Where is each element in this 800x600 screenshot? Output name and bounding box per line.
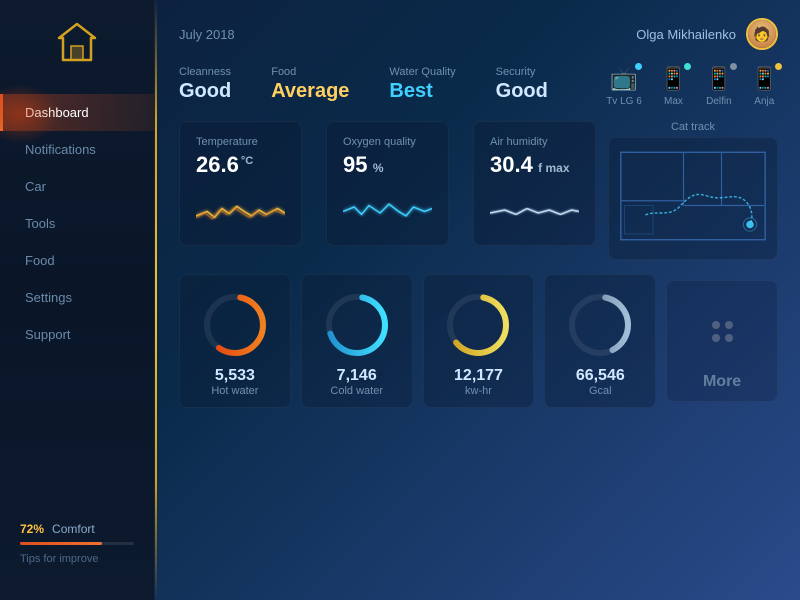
sidebar-item-dashboard[interactable]: Dashboard <box>0 94 154 131</box>
gauge-hot-water-value: 5,533 <box>215 367 255 385</box>
more-dots-icon <box>686 295 758 367</box>
cat-track-section: Cat track <box>608 121 778 260</box>
cat-track-card <box>608 137 778 260</box>
main-content: July 2018 Olga Mikhailenko 🧑 Cleanness G… <box>157 0 800 600</box>
avatar-image: 🧑 <box>748 20 776 48</box>
tips-label: Tips for improve <box>20 553 134 565</box>
sidebar-item-settings[interactable]: Settings <box>0 279 154 316</box>
stat-water: Water Quality Best <box>389 66 455 103</box>
metric-oxygen-value: 95 % <box>343 152 432 178</box>
metric-temp-value: 26.6°C <box>196 152 285 178</box>
stat-security-value: Good <box>496 80 548 103</box>
sidebar-bottom: 72% Comfort Tips for improve <box>0 507 154 580</box>
gauges-section: 5,533 Hot water <box>179 274 778 408</box>
stat-water-value: Best <box>389 80 455 103</box>
tv-icon: 📺 <box>610 66 637 92</box>
device-anja-name: Anja <box>754 96 774 107</box>
humidity-sparkline <box>490 190 579 230</box>
gauge-gcal: 66,546 Gcal <box>544 274 656 408</box>
gauge-kwhr-label: kw-hr <box>465 385 492 397</box>
device-dot-max <box>684 63 691 70</box>
comfort-label: 72% Comfort <box>20 522 134 536</box>
gauge-cold-water-label: Cold water <box>330 385 383 397</box>
device-dot-tv <box>635 63 642 70</box>
more-label: More <box>703 373 741 391</box>
header-user: Olga Mikhailenko 🧑 <box>636 18 778 50</box>
gauge-hot-water-label: Hot water <box>211 385 258 397</box>
sidebar-item-food[interactable]: Food <box>0 242 154 279</box>
devices-row: 📺 Tv LG 6 📱 Max 📱 <box>606 66 778 107</box>
metric-humidity-label: Air humidity <box>490 136 579 148</box>
metric-temperature: Temperature 26.6°C <box>179 121 302 246</box>
metric-oxygen: Oxygen quality 95 % <box>326 121 449 246</box>
gauge-cold-water: 7,146 Cold water <box>301 274 413 408</box>
gauge-kwhr-canvas <box>442 289 514 361</box>
gauge-hot-water-canvas <box>199 289 271 361</box>
device-max-name: Max <box>664 96 683 107</box>
header: July 2018 Olga Mikhailenko 🧑 <box>179 18 778 50</box>
cat-track-label: Cat track <box>608 121 778 133</box>
sidebar-nav: Dashboard Notifications Car Tools Food S… <box>0 94 154 507</box>
gauge-hot-water: 5,533 Hot water <box>179 274 291 408</box>
device-delfin-name: Delfin <box>706 96 732 107</box>
phone-max-icon: 📱 <box>660 66 687 92</box>
temp-sparkline <box>196 190 285 230</box>
stat-food: Food Average <box>271 66 349 103</box>
gauge-gcal-canvas <box>564 289 636 361</box>
gauge-cold-water-canvas <box>321 289 393 361</box>
sidebar-item-notifications[interactable]: Notifications <box>0 131 154 168</box>
gauge-kwhr-value: 12,177 <box>454 367 503 385</box>
stat-food-value: Average <box>271 80 349 103</box>
device-dot-anja <box>775 63 782 70</box>
gauge-cold-water-value: 7,146 <box>337 367 377 385</box>
metric-humidity-value: 30.4 f max <box>490 152 579 178</box>
gauge-gcal-value: 66,546 <box>576 367 625 385</box>
stat-security-label: Security <box>496 66 548 78</box>
device-tv[interactable]: 📺 Tv LG 6 <box>606 66 642 107</box>
stats-devices-row: Cleanness Good Food Average Water Qualit… <box>179 66 778 107</box>
avatar: 🧑 <box>746 18 778 50</box>
stats-items: Cleanness Good Food Average Water Qualit… <box>179 66 588 103</box>
gauge-more[interactable]: More <box>666 280 778 402</box>
sidebar-item-tools[interactable]: Tools <box>0 205 154 242</box>
sidebar-item-support[interactable]: Support <box>0 316 154 353</box>
comfort-bar-background <box>20 542 134 545</box>
gauge-gcal-label: Gcal <box>589 385 612 397</box>
phone-delfin-icon: 📱 <box>705 66 732 92</box>
metric-oxygen-label: Oxygen quality <box>343 136 432 148</box>
metrics-section: Temperature 26.6°C <box>179 121 596 260</box>
stat-food-label: Food <box>271 66 349 78</box>
sidebar-item-car[interactable]: Car <box>0 168 154 205</box>
device-tv-name: Tv LG 6 <box>606 96 642 107</box>
mid-row: Temperature 26.6°C <box>179 121 778 260</box>
stat-water-label: Water Quality <box>389 66 455 78</box>
device-max[interactable]: 📱 Max <box>660 66 687 107</box>
stat-cleanness-value: Good <box>179 80 231 103</box>
sidebar-logo[interactable] <box>55 20 99 64</box>
phone-anja-icon: 📱 <box>751 66 778 92</box>
comfort-bar-fill <box>20 542 102 545</box>
metric-humidity: Air humidity 30.4 f max <box>473 121 596 246</box>
stat-cleanness-label: Cleanness <box>179 66 231 78</box>
gauge-kwhr: 12,177 kw-hr <box>423 274 535 408</box>
header-date: July 2018 <box>179 27 235 42</box>
user-name: Olga Mikhailenko <box>636 27 736 42</box>
sidebar: Dashboard Notifications Car Tools Food S… <box>0 0 155 600</box>
oxygen-sparkline <box>343 190 432 230</box>
metric-temp-label: Temperature <box>196 136 285 148</box>
device-delfin[interactable]: 📱 Delfin <box>705 66 732 107</box>
device-dot-delfin <box>730 63 737 70</box>
stat-cleanness: Cleanness Good <box>179 66 231 103</box>
stat-security: Security Good <box>496 66 548 103</box>
app-container: Dashboard Notifications Car Tools Food S… <box>0 0 800 600</box>
device-anja[interactable]: 📱 Anja <box>751 66 778 107</box>
cat-track-map <box>617 146 769 246</box>
